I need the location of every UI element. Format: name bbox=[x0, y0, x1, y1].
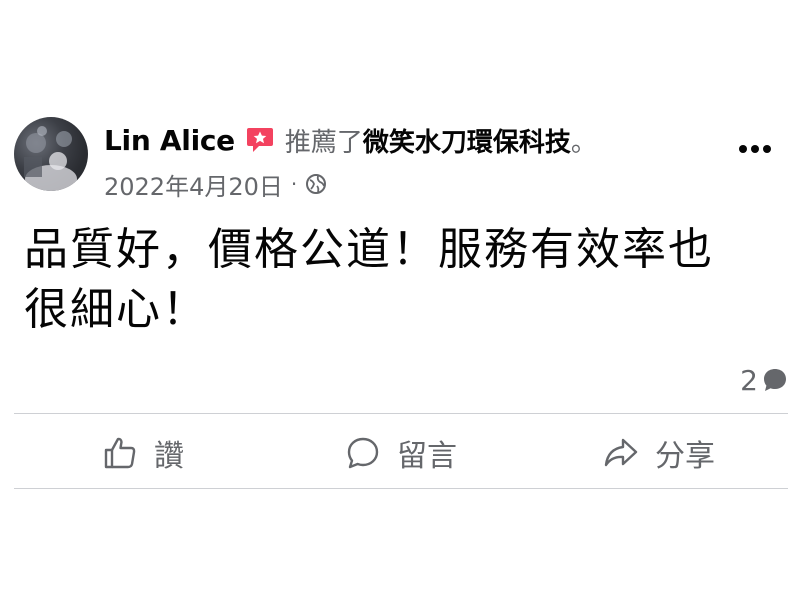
comment-count[interactable]: 2 bbox=[740, 363, 788, 397]
share-arrow-icon bbox=[604, 438, 638, 467]
recommend-star-icon bbox=[245, 125, 275, 155]
avatar-photo bbox=[24, 126, 77, 191]
divider-top bbox=[14, 413, 788, 414]
comment-icon bbox=[347, 437, 379, 469]
globe-icon[interactable] bbox=[305, 173, 327, 195]
share-button[interactable]: 分享 bbox=[530, 418, 788, 488]
post-meta: 2022年4月20日 · bbox=[104, 167, 327, 202]
comment-bubble-icon bbox=[764, 369, 786, 391]
recommend-text: 推薦了 bbox=[284, 127, 363, 158]
comment-button[interactable]: 留言 bbox=[272, 418, 530, 488]
header-period: 。 bbox=[570, 127, 597, 158]
author-name[interactable]: Lin Alice bbox=[104, 124, 235, 157]
post-actions: 讚 留言 分享 bbox=[14, 418, 788, 488]
like-label: 讚 bbox=[154, 439, 184, 474]
recommended-page-link[interactable]: 微笑水刀環保科技 bbox=[363, 122, 571, 159]
comment-label: 留言 bbox=[397, 439, 457, 474]
post-card: Lin Alice 推薦了 微笑水刀環保科技 。 2022年4月20日 · 品質… bbox=[0, 0, 800, 600]
avatar[interactable] bbox=[14, 117, 88, 191]
meta-separator: · bbox=[290, 172, 298, 196]
more-options-button[interactable] bbox=[735, 134, 775, 164]
like-button[interactable]: 讚 bbox=[14, 418, 272, 488]
post-header: Lin Alice 推薦了 微笑水刀環保科技 。 bbox=[104, 120, 597, 160]
post-body-text: 品質好，價格公道！服務有效率也很細心！ bbox=[24, 224, 714, 335]
divider-bottom bbox=[14, 488, 788, 489]
comment-count-number: 2 bbox=[740, 363, 758, 397]
thumbs-up-icon bbox=[104, 437, 136, 469]
ellipsis-icon bbox=[739, 145, 771, 153]
share-label: 分享 bbox=[655, 439, 715, 474]
post-date[interactable]: 2022年4月20日 bbox=[104, 167, 283, 202]
